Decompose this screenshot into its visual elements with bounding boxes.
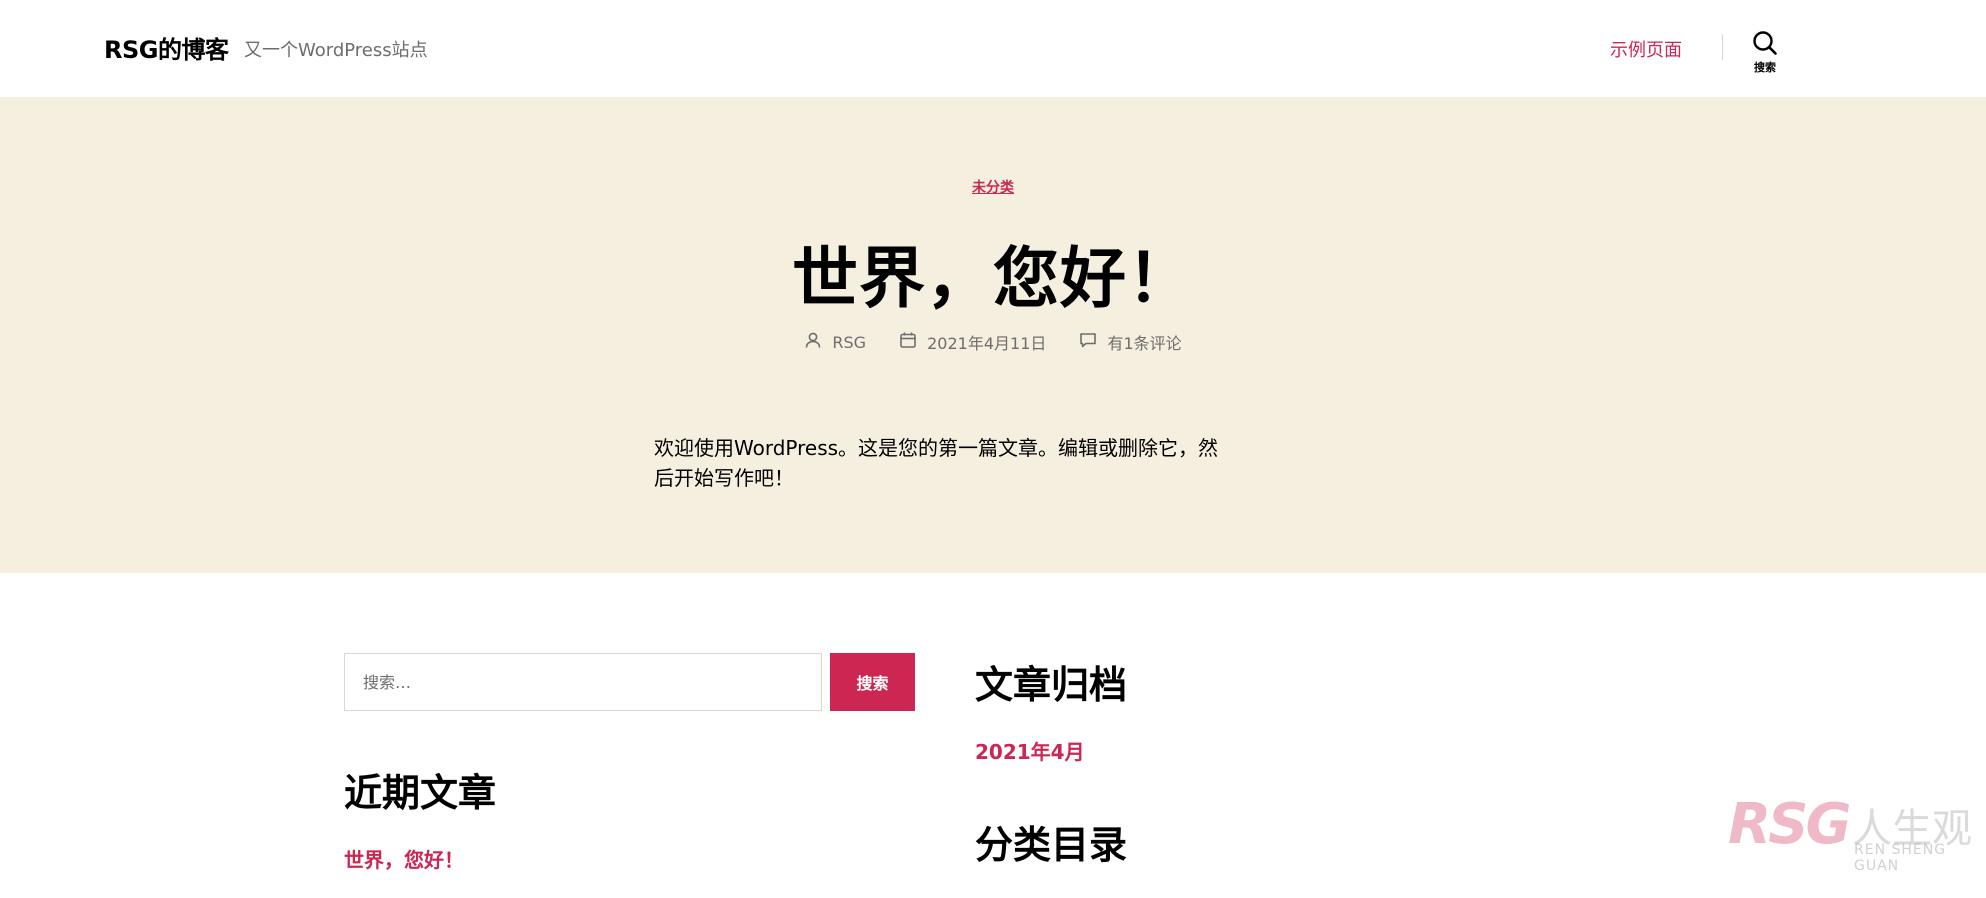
site-description: 又一个WordPress站点 [244,40,428,61]
watermark-english: REN SHENG GUAN [1854,842,1947,874]
author-link[interactable]: RSG [832,333,866,352]
recent-post-link[interactable]: 世界，您好！ [344,844,464,873]
site-header: RSG的博客 又一个WordPress站点 示例页面 搜索 [0,0,1986,97]
archives-title: 文章归档 [975,663,1128,707]
post-hero: 未分类 世界，您好！ RSG 2021年4月11日 有1条评论 欢迎使用Word… [0,97,1986,573]
nav-divider [1722,34,1723,60]
search-toggle-label: 搜索 [1754,61,1776,74]
category-link[interactable]: 未分类 [972,180,1014,196]
search-input[interactable] [344,653,822,711]
categories-title: 分类目录 [975,823,1128,867]
nav-link-sample-page[interactable]: 示例页面 [1610,36,1682,62]
user-icon [804,331,832,353]
post-comments: 有1条评论 [1079,330,1182,354]
recent-posts-title: 近期文章 [344,771,497,815]
archive-link[interactable]: 2021年4月 [975,736,1085,765]
post-date: 2021年4月11日 [899,330,1046,354]
post-title: 世界，您好！ [792,240,1194,317]
post-category: 未分类 [0,177,1986,197]
post-author: RSG [804,331,866,353]
watermark-logo: RSG 人生观 REN SHENG GUAN [1728,792,1984,874]
post-meta: RSG 2021年4月11日 有1条评论 [0,330,1986,354]
search-icon [1752,30,1778,56]
calendar-icon [899,331,927,353]
post-excerpt: 欢迎使用WordPress。这是您的第一篇文章。编辑或删除它，然后开始写作吧！ [654,436,1219,490]
watermark-brand: RSG [1728,792,1851,857]
search-submit-button[interactable]: 搜索 [830,653,915,711]
comment-icon [1079,331,1107,353]
search-toggle-button[interactable]: 搜索 [1752,30,1778,75]
date-link[interactable]: 2021年4月11日 [927,330,1046,354]
site-title[interactable]: RSG的博客 [104,30,229,65]
comments-link[interactable]: 有1条评论 [1107,330,1181,354]
